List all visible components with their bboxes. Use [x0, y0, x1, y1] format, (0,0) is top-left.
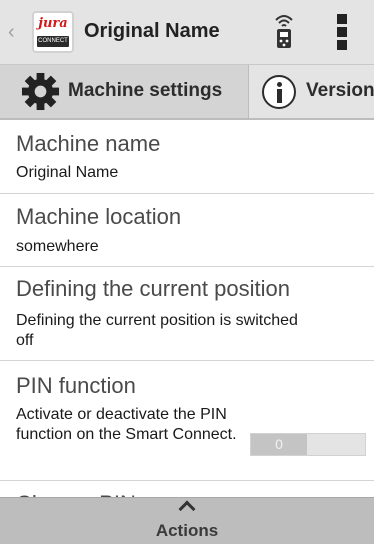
setting-pin-function[interactable]: PIN function Activate or deactivate the … [0, 361, 374, 481]
setting-value: somewhere [16, 238, 99, 255]
logo-brand: jura [38, 16, 68, 31]
more-vertical-icon[interactable] [337, 14, 347, 50]
remote-icon[interactable] [272, 13, 296, 49]
tab-version-label: Version [306, 80, 374, 101]
gear-icon [21, 72, 60, 111]
setting-value: Activate or deactivate the PIN function … [16, 406, 237, 443]
toggle-knob: 0 [251, 434, 307, 455]
setting-machine-name[interactable]: Machine name Original Name [0, 120, 374, 194]
setting-value: Defining the current position is switche… [16, 312, 298, 349]
page-title: Original Name [84, 20, 220, 42]
settings-list: Machine name Original Name Machine locat… [0, 120, 374, 500]
setting-title: PIN function [16, 373, 136, 398]
setting-title: Defining the current position [16, 276, 290, 301]
back-icon[interactable]: ‹ [8, 20, 15, 44]
pin-function-toggle[interactable]: 0 [250, 433, 366, 456]
actions-label: Actions [155, 521, 219, 540]
actions-bar[interactable]: Actions [0, 497, 374, 544]
setting-title: Machine name [16, 131, 161, 156]
app: ‹ jura CONNECT Original Name Machine set… [0, 0, 374, 544]
logo-sub: CONNECT [37, 36, 69, 47]
tab-bar: Machine settings Version [0, 65, 374, 120]
setting-current-position[interactable]: Defining the current position Defining t… [0, 267, 374, 361]
tab-machine-settings[interactable]: Machine settings [0, 65, 249, 118]
setting-value: Original Name [16, 164, 119, 181]
chevron-up-icon [178, 500, 196, 518]
setting-machine-location[interactable]: Machine location somewhere [0, 194, 374, 267]
jura-connect-logo: jura CONNECT [32, 11, 74, 53]
tab-machine-settings-label: Machine settings [68, 80, 223, 101]
info-icon [262, 75, 296, 109]
setting-title: Machine location [16, 204, 182, 229]
app-header: ‹ jura CONNECT Original Name [0, 0, 374, 65]
tab-version[interactable]: Version [249, 65, 374, 118]
